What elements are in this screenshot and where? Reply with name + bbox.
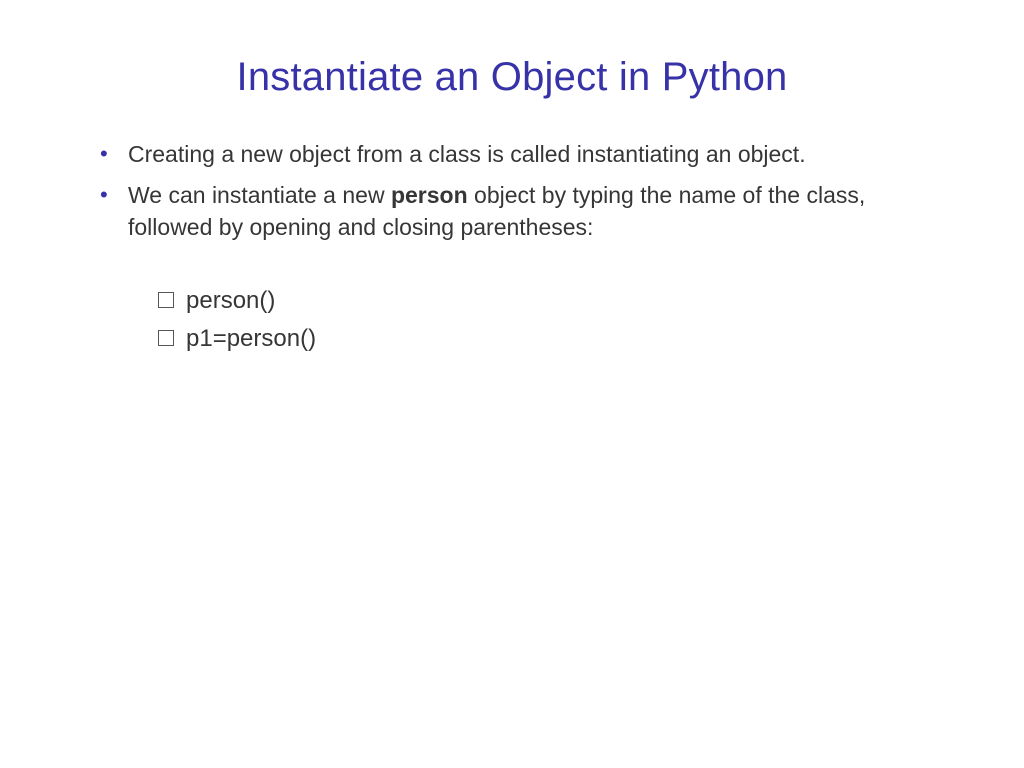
bullet-text: We can instantiate a new bbox=[128, 182, 391, 208]
sub-item-text: person() bbox=[186, 287, 275, 314]
sub-list: person() p1=person() bbox=[128, 284, 954, 357]
sub-item: p1=person() bbox=[158, 322, 954, 357]
sub-item: person() bbox=[158, 284, 954, 319]
sub-item-text: p1=person() bbox=[186, 325, 316, 352]
bullet-item: Creating a new object from a class is ca… bbox=[100, 138, 954, 171]
bullet-item: We can instantiate a new person object b… bbox=[100, 179, 954, 357]
bullet-list: Creating a new object from a class is ca… bbox=[70, 138, 954, 357]
bullet-text: Creating a new object from a class is ca… bbox=[128, 141, 806, 167]
slide-title: Instantiate an Object in Python bbox=[70, 55, 954, 100]
bullet-text-bold: person bbox=[391, 182, 468, 208]
slide: Instantiate an Object in Python Creating… bbox=[0, 0, 1024, 768]
